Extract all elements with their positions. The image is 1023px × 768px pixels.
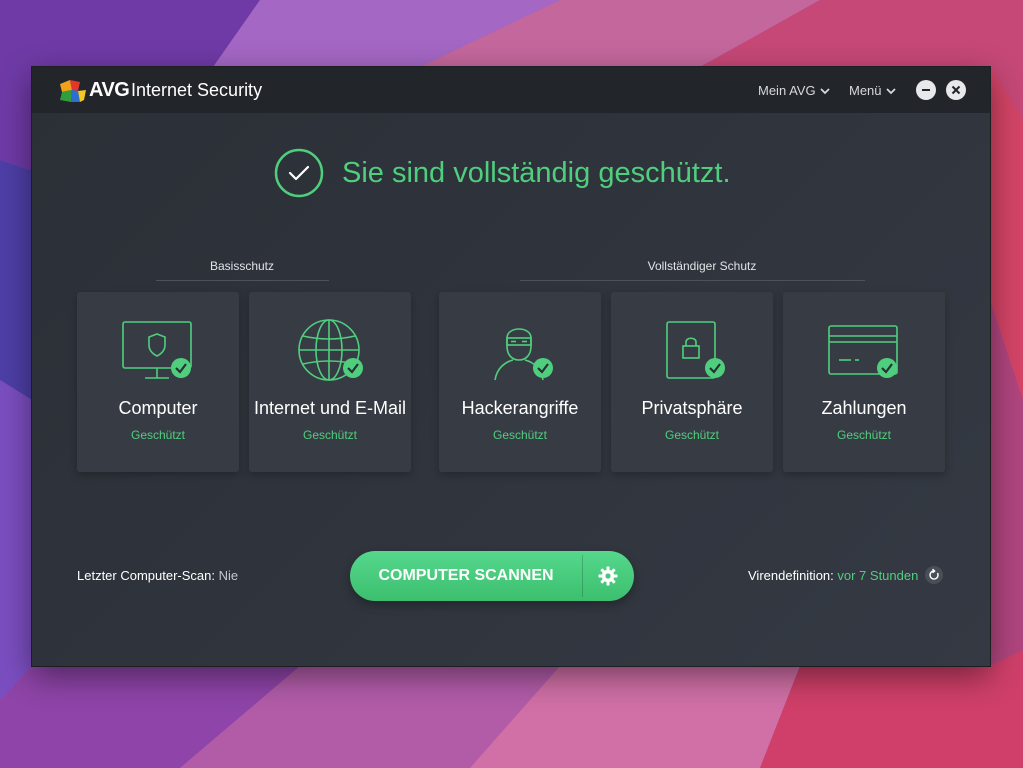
product-name: Internet Security <box>131 80 263 100</box>
title-bar: AVG Internet Security Mein AVG Menü <box>32 67 990 113</box>
section-label-full: Vollständiger Schutz <box>647 259 757 273</box>
update-definitions-button[interactable] <box>925 566 943 584</box>
logo-text: AVG <box>89 79 130 101</box>
card-internet-email[interactable]: Internet und E-Mail Geschützt <box>249 292 411 472</box>
card-title: Computer <box>118 398 198 418</box>
virus-definition-info: Virendefinition: vor 7 Stunden <box>748 568 918 583</box>
minimize-button[interactable] <box>916 80 936 100</box>
section-divider-full <box>520 280 865 281</box>
last-scan-info: Letzter Computer-Scan: Nie <box>77 568 238 583</box>
virus-def-label: Virendefinition: <box>748 568 834 583</box>
avg-logo-icon <box>60 80 86 102</box>
gear-icon <box>598 566 618 586</box>
chevron-down-icon <box>885 87 896 94</box>
credit-card-icon <box>828 325 898 378</box>
avg-main-window: AVG Internet Security Mein AVG Menü Sie … <box>32 67 990 666</box>
scan-computer-button[interactable]: COMPUTER SCANNEN <box>350 551 582 601</box>
globe-icon <box>298 319 363 381</box>
scan-settings-button[interactable] <box>583 551 634 601</box>
scan-button-group: COMPUTER SCANNEN <box>350 551 634 601</box>
minimize-icon <box>922 89 930 91</box>
virus-def-value: vor 7 Stunden <box>837 568 919 583</box>
section-label-basic: Basisschutz <box>209 259 275 273</box>
last-scan-label: Letzter Computer-Scan: <box>77 568 216 583</box>
protection-status: Sie sind vollständig geschützt. <box>274 147 731 199</box>
monitor-shield-icon <box>122 321 192 379</box>
card-status: Geschützt <box>130 428 186 442</box>
refresh-icon <box>929 568 939 580</box>
section-divider-basic <box>156 280 329 281</box>
hacker-icon <box>494 328 553 381</box>
card-hackerangriffe[interactable]: Hackerangriffe Geschützt <box>439 292 601 472</box>
main-menu[interactable]: Menü <box>849 83 896 98</box>
chevron-down-icon <box>819 87 830 94</box>
card-zahlungen[interactable]: Zahlungen Geschützt <box>783 292 945 472</box>
mein-avg-menu[interactable]: Mein AVG <box>758 83 830 98</box>
main-menu-label: Menü <box>849 83 882 98</box>
lock-icon <box>666 321 725 379</box>
close-button[interactable] <box>946 80 966 100</box>
close-icon <box>951 85 961 95</box>
card-status: Geschützt <box>302 428 358 442</box>
card-privatsphaere[interactable]: Privatsphäre Geschützt <box>611 292 773 472</box>
last-scan-value: Nie <box>218 568 239 583</box>
card-title: Privatsphäre <box>641 398 743 418</box>
status-message: Sie sind vollständig geschützt. <box>342 156 731 189</box>
card-title: Zahlungen <box>821 398 907 418</box>
card-status: Geschützt <box>492 428 548 442</box>
card-title: Internet und E-Mail <box>253 398 407 418</box>
checkmark-circle-icon <box>274 148 324 198</box>
card-status: Geschützt <box>836 428 892 442</box>
card-computer[interactable]: Computer Geschützt <box>77 292 239 472</box>
card-title: Hackerangriffe <box>461 398 579 418</box>
card-status: Geschützt <box>664 428 720 442</box>
mein-avg-label: Mein AVG <box>758 83 816 98</box>
